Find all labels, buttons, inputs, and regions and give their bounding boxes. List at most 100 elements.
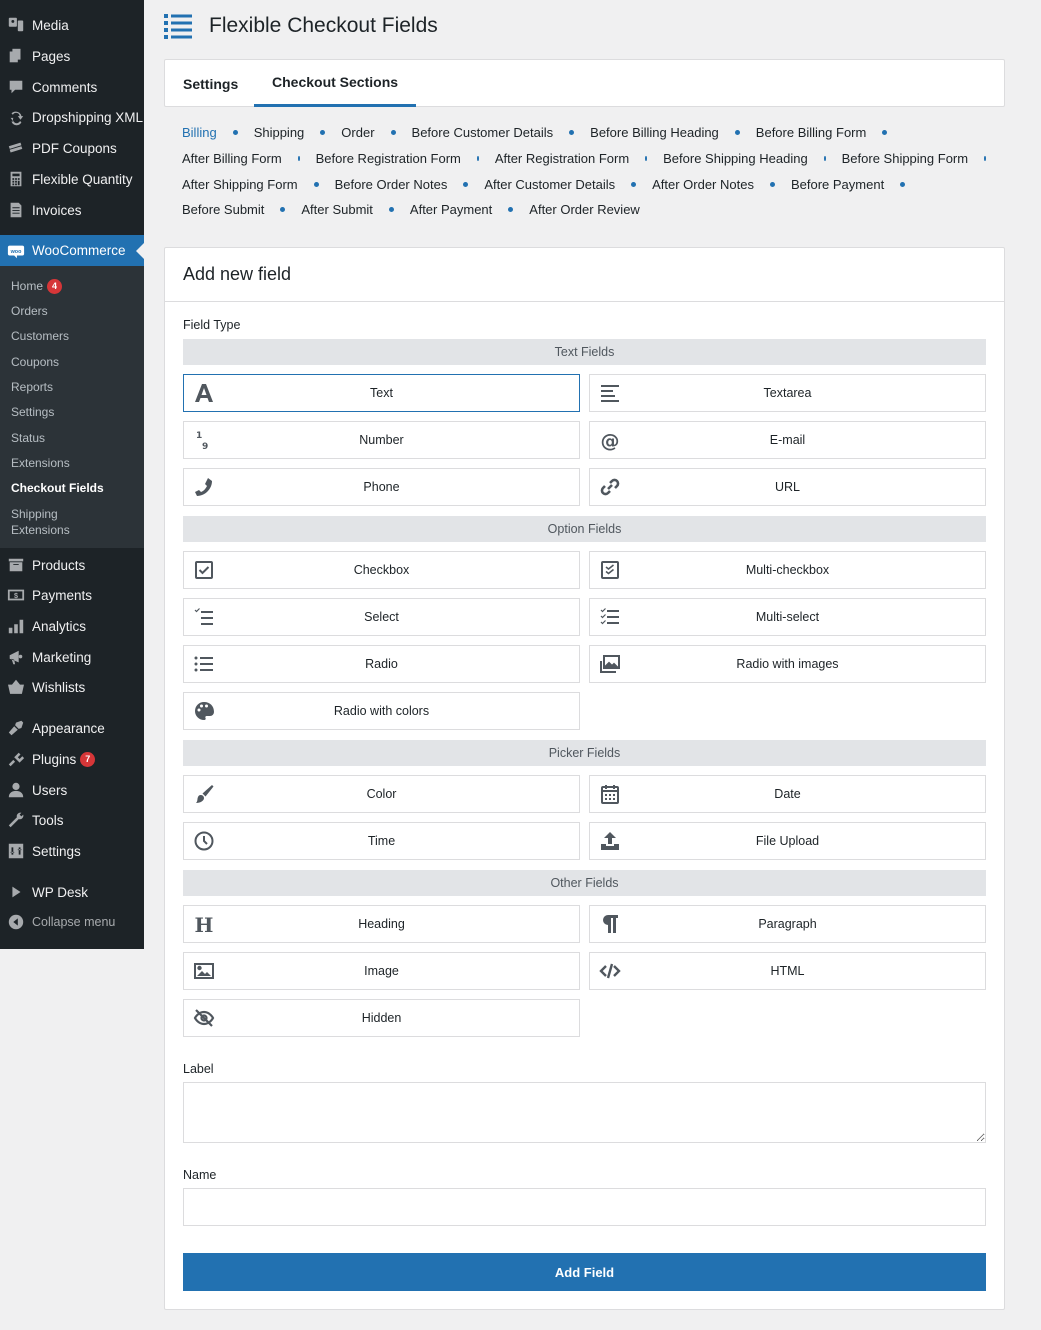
field-group-header: Option Fields xyxy=(183,516,986,542)
collapse-menu-button[interactable]: Collapse menu xyxy=(0,907,144,937)
upload-icon xyxy=(599,830,621,852)
field-type-text[interactable]: Text xyxy=(183,374,580,412)
tab-settings[interactable]: Settings xyxy=(165,60,256,107)
submenu-item-shipping-extensions[interactable]: Shipping Extensions xyxy=(11,506,91,538)
section-link-after-order-notes[interactable]: After Order Notes xyxy=(652,177,754,192)
submenu-item-home[interactable]: Home 4 xyxy=(11,278,63,294)
section-link-after-payment[interactable]: After Payment xyxy=(410,202,492,217)
section-link-after-billing-form[interactable]: After Billing Form xyxy=(182,151,282,166)
menu-item-flexible-quantity[interactable]: Flexible Quantity xyxy=(0,164,144,194)
separator-dot xyxy=(280,207,286,213)
field-type-textarea[interactable]: Textarea xyxy=(589,374,986,412)
menu-item-dropshipping-xml[interactable]: Dropshipping XML xyxy=(0,102,144,132)
section-link-after-order-review[interactable]: After Order Review xyxy=(529,202,640,217)
field-type-multi-checkbox[interactable]: Multi-checkbox xyxy=(589,551,986,589)
at-icon: @ xyxy=(599,429,621,451)
name-field-label: Name xyxy=(183,1168,217,1182)
section-link-before-billing-heading[interactable]: Before Billing Heading xyxy=(590,125,719,140)
section-link-before-submit[interactable]: Before Submit xyxy=(182,202,264,217)
add-field-button[interactable]: Add Field xyxy=(183,1253,986,1291)
section-link-after-registration-form[interactable]: After Registration Form xyxy=(495,151,629,166)
field-type-checkbox[interactable]: Checkbox xyxy=(183,551,580,589)
menu-label: Invoices xyxy=(32,202,82,218)
separator-dot xyxy=(569,130,575,136)
eye-slash-icon xyxy=(193,1007,215,1029)
heading-icon: H xyxy=(193,913,215,935)
field-type-url[interactable]: URL xyxy=(589,468,986,506)
menu-item-tools[interactable]: Tools xyxy=(0,805,144,835)
field-type-phone[interactable]: Phone xyxy=(183,468,580,506)
menu-item-wp-desk[interactable]: WP Desk xyxy=(0,877,144,907)
menu-item-media[interactable]: Media xyxy=(0,10,144,40)
section-link-order[interactable]: Order xyxy=(341,125,374,140)
section-link-after-submit[interactable]: After Submit xyxy=(301,202,373,217)
field-type-select[interactable]: Select xyxy=(183,598,580,636)
field-type-file-upload[interactable]: File Upload xyxy=(589,822,986,860)
menu-label: Settings xyxy=(32,843,81,859)
field-type-number[interactable]: 1 9 Number xyxy=(183,421,580,459)
submenu-item-status[interactable]: Status xyxy=(11,430,45,446)
name-input[interactable] xyxy=(183,1188,986,1226)
section-link-after-shipping-form[interactable]: After Shipping Form xyxy=(182,177,298,192)
field-type-heading[interactable]: H Heading xyxy=(183,905,580,943)
separator-dot xyxy=(232,130,238,136)
section-link-before-shipping-form[interactable]: Before Shipping Form xyxy=(842,151,968,166)
tab-checkout-sections[interactable]: Checkout Sections xyxy=(254,60,417,107)
field-group-header: Picker Fields xyxy=(183,740,986,766)
field-type-multi-select[interactable]: Multi-select xyxy=(589,598,986,636)
section-link-shipping[interactable]: Shipping xyxy=(254,125,305,140)
menu-item-settings[interactable]: Settings xyxy=(0,836,144,866)
section-link-billing[interactable]: Billing xyxy=(182,125,217,140)
menu-item-users[interactable]: Users xyxy=(0,775,144,805)
field-type-e-mail[interactable]: @ E-mail xyxy=(589,421,986,459)
menu-label: Dropshipping XML xyxy=(32,109,144,125)
menu-item-comments[interactable]: Comments xyxy=(0,72,144,102)
submenu-item-coupons[interactable]: Coupons xyxy=(11,354,59,370)
field-type-label: Heading xyxy=(358,917,405,931)
svg-text:$: $ xyxy=(14,591,18,600)
menu-label: WooCommerce xyxy=(32,243,126,258)
wishlist-icon xyxy=(6,677,26,697)
field-type-paragraph[interactable]: Paragraph xyxy=(589,905,986,943)
field-type-radio[interactable]: Radio xyxy=(183,645,580,683)
field-type-color[interactable]: Color xyxy=(183,775,580,813)
field-type-html[interactable]: HTML xyxy=(589,952,986,990)
menu-item-appearance[interactable]: Appearance xyxy=(0,713,144,743)
submenu-item-reports[interactable]: Reports xyxy=(11,379,53,395)
field-type-label: URL xyxy=(774,480,800,494)
field-type-label: Field Type xyxy=(183,318,241,332)
field-type-radio-with-images[interactable]: Radio with images xyxy=(589,645,986,683)
menu-item-analytics[interactable]: Analytics xyxy=(0,611,144,641)
menu-item-pdf-coupons[interactable]: PDF Coupons xyxy=(0,133,144,163)
section-link-after-customer-details[interactable]: After Customer Details xyxy=(484,177,615,192)
label-input[interactable] xyxy=(183,1082,986,1143)
field-type-image[interactable]: Image xyxy=(183,952,580,990)
menu-item-payments[interactable]: $ Payments xyxy=(0,580,144,610)
submenu-item-settings[interactable]: Settings xyxy=(11,404,54,420)
menu-item-woocommerce[interactable]: woo WooCommerce xyxy=(0,235,144,266)
field-type-date[interactable]: Date xyxy=(589,775,986,813)
field-type-hidden[interactable]: Hidden xyxy=(183,999,580,1037)
menu-item-wishlists[interactable]: Wishlists xyxy=(0,672,144,702)
submenu-item-customers[interactable]: Customers xyxy=(11,328,69,344)
section-link-before-registration-form[interactable]: Before Registration Form xyxy=(316,151,461,166)
menu-item-plugins[interactable]: Plugins 7 xyxy=(0,744,144,774)
section-link-before-customer-details[interactable]: Before Customer Details xyxy=(412,125,554,140)
section-link-before-order-notes[interactable]: Before Order Notes xyxy=(335,177,448,192)
menu-item-products[interactable]: Products xyxy=(0,550,144,580)
menu-item-invoices[interactable]: Invoices xyxy=(0,195,144,225)
section-link-before-billing-form[interactable]: Before Billing Form xyxy=(756,125,867,140)
field-type-radio-with-colors[interactable]: Radio with colors xyxy=(183,692,580,730)
section-link-before-payment[interactable]: Before Payment xyxy=(791,177,884,192)
invoice-icon xyxy=(6,200,26,220)
menu-item-pages[interactable]: Pages xyxy=(0,41,144,71)
submenu-item-extensions[interactable]: Extensions xyxy=(11,455,70,471)
payments-icon: $ xyxy=(6,585,26,605)
submenu-item-orders[interactable]: Orders xyxy=(11,303,48,319)
wrench-icon xyxy=(6,810,26,830)
menu-item-marketing[interactable]: Marketing xyxy=(0,642,144,672)
field-type-time[interactable]: Time xyxy=(183,822,580,860)
section-link-before-shipping-heading[interactable]: Before Shipping Heading xyxy=(663,151,808,166)
calculator-icon xyxy=(6,169,26,189)
submenu-item-checkout-fields[interactable]: Checkout Fields xyxy=(11,480,104,496)
